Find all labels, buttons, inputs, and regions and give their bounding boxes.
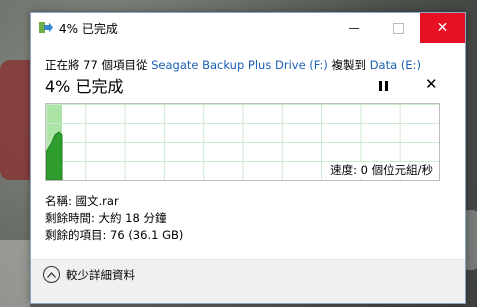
copy-prefix: 正在將 77 個項目從 [45,58,152,72]
source-link[interactable]: Seagate Backup Plus Drive (F:) [151,58,328,72]
close-icon: ✕ [436,20,449,36]
minimize-icon [348,27,359,29]
title-bar[interactable]: 4% 已完成 ✕ [31,13,465,43]
maximize-button[interactable] [376,13,421,43]
file-name: 名稱: 國文.rar [45,194,119,208]
chevron-up-circle-icon [43,266,60,283]
progress-percent: 4% 已完成 [45,77,124,96]
fewer-details-button[interactable]: 較少詳細資料 [43,266,135,283]
window-title: 4% 已完成 [59,22,118,36]
destination-link[interactable]: Data (E:) [370,58,421,72]
desktop-background-shape [0,240,30,307]
time-remaining: 剩餘時間: 大約 18 分鐘 [45,211,167,225]
close-window-button[interactable]: ✕ [420,13,465,43]
minimize-button[interactable] [331,13,376,43]
speed-area [46,131,63,180]
fewer-details-label: 較少詳細資料 [66,267,135,282]
speed-label: 速度: 0 個位元組/秒 [328,162,435,178]
pause-icon [378,81,382,91]
copy-middle: 複製到 [327,58,370,72]
items-remaining: 剩餘的項目: 76 (36.1 GB) [45,228,184,242]
cancel-button[interactable]: ✕ [425,75,438,93]
pause-icon [384,81,388,91]
speed-graph: 速度: 0 個位元組/秒 [45,103,440,181]
pause-button[interactable] [376,79,390,93]
copy-progress-dialog: 4% 已完成 ✕ 正在將 77 個項目從 Seagate Backup Plus… [30,12,466,304]
copy-arrow-icon [39,22,53,33]
copy-description: 正在將 77 個項目從 Seagate Backup Plus Drive (F… [45,57,421,73]
maximize-icon [393,22,404,34]
